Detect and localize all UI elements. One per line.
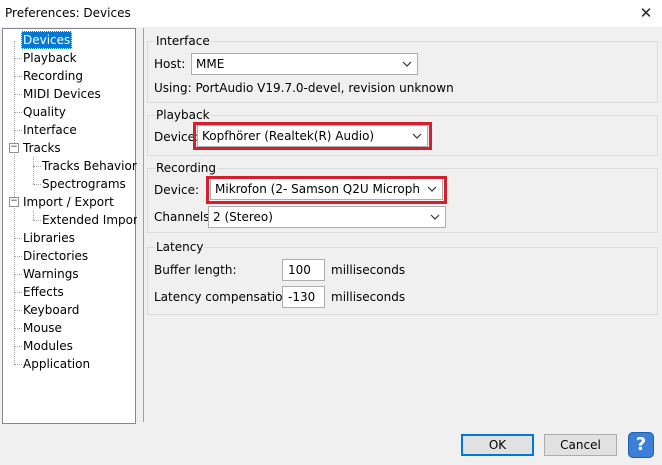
buffer-length-input[interactable]: 100 xyxy=(282,259,325,281)
playback-highlight-box xyxy=(193,122,432,150)
tree-item-recording[interactable]: Recording xyxy=(23,67,83,85)
recording-highlight-box xyxy=(206,176,447,204)
tree-tracks-line xyxy=(33,157,34,184)
tree-connector xyxy=(14,130,22,131)
buffer-length-unit: milliseconds xyxy=(331,263,406,277)
tree-connector xyxy=(14,76,22,77)
tree-connector xyxy=(14,310,22,311)
tree-item-modules[interactable]: Modules xyxy=(23,337,73,355)
channels-select[interactable]: 2 (Stereo) xyxy=(208,206,446,228)
tree-item-keyboard[interactable]: Keyboard xyxy=(23,301,79,319)
chevron-down-icon xyxy=(429,207,441,227)
tree-item-spectrograms[interactable]: Spectrograms xyxy=(42,175,126,193)
host-label: Host: xyxy=(154,57,186,71)
tree-item-effects[interactable]: Effects xyxy=(23,283,64,301)
tree-item-libraries[interactable]: Libraries xyxy=(23,229,75,247)
collapse-icon[interactable]: − xyxy=(9,197,19,207)
tree-connector xyxy=(33,184,41,185)
host-select[interactable]: MME xyxy=(191,53,418,75)
window-title: Preferences: Devices xyxy=(5,6,131,20)
tree-item-application[interactable]: Application xyxy=(23,355,90,373)
tree-item-extended-import[interactable]: Extended Import xyxy=(42,211,143,229)
tree-connector xyxy=(14,58,22,59)
tree-connector xyxy=(14,346,22,347)
latency-group xyxy=(147,247,658,315)
tree-item-tracks-behaviors[interactable]: Tracks Behaviors xyxy=(42,157,143,175)
host-value: MME xyxy=(196,57,225,71)
tree-import-line xyxy=(33,211,34,220)
recording-device-label: Device: xyxy=(154,183,200,197)
channels-value: 2 (Stereo) xyxy=(213,210,273,224)
recording-group-title: Recording xyxy=(155,161,218,175)
latency-compensation-input[interactable]: -130 xyxy=(282,286,325,308)
ok-button[interactable]: OK xyxy=(461,434,534,456)
latency-compensation-label: Latency compensation: xyxy=(154,290,295,304)
tree-connector xyxy=(14,238,22,239)
tree-connector xyxy=(14,256,22,257)
tree-connector xyxy=(14,292,22,293)
playback-group-title: Playback xyxy=(155,108,211,122)
tree-connector xyxy=(33,166,41,167)
interface-group-title: Interface xyxy=(155,34,211,48)
close-icon[interactable]: ✕ xyxy=(634,1,658,25)
tree-item-midi-devices[interactable]: MIDI Devices xyxy=(23,85,101,103)
preferences-tree[interactable]: − − Devices Playback Recording MIDI Devi… xyxy=(2,28,143,424)
tree-item-tracks[interactable]: Tracks xyxy=(23,139,61,157)
tree-item-interface[interactable]: Interface xyxy=(23,121,77,139)
tree-item-directories[interactable]: Directories xyxy=(23,247,88,265)
tree-item-devices[interactable]: Devices xyxy=(21,31,73,49)
tree-connector xyxy=(33,220,41,221)
title-bar: Preferences: Devices ✕ xyxy=(0,0,662,27)
tree-item-import-export[interactable]: Import / Export xyxy=(23,193,114,211)
tree-item-playback[interactable]: Playback xyxy=(23,49,77,67)
tree-connector xyxy=(14,274,22,275)
tree-connector xyxy=(14,112,22,113)
channels-label: Channels: xyxy=(154,210,214,224)
tree-item-mouse[interactable]: Mouse xyxy=(23,319,62,337)
latency-group-title: Latency xyxy=(155,240,205,254)
buffer-length-label: Buffer length: xyxy=(154,263,237,277)
using-info: Using: PortAudio V19.7.0-devel, revision… xyxy=(154,81,454,95)
chevron-down-icon xyxy=(401,54,413,74)
tree-connector xyxy=(14,328,22,329)
tree-item-warnings[interactable]: Warnings xyxy=(23,265,79,283)
tree-item-quality[interactable]: Quality xyxy=(23,103,66,121)
collapse-icon[interactable]: − xyxy=(9,143,19,153)
help-icon[interactable]: ? xyxy=(628,432,654,458)
tree-connector xyxy=(14,364,22,365)
latency-compensation-unit: milliseconds xyxy=(331,290,406,304)
tree-connector xyxy=(14,94,22,95)
cancel-button[interactable]: Cancel xyxy=(544,434,617,456)
